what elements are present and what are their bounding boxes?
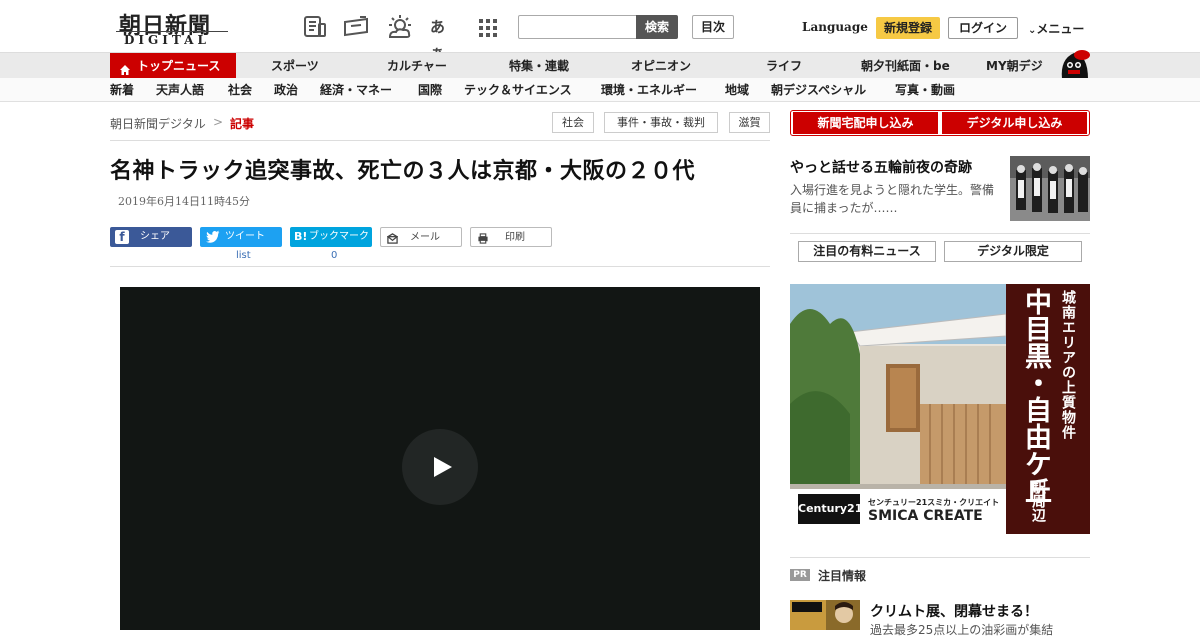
search-input[interactable] bbox=[518, 15, 637, 39]
nav-top-news[interactable]: トップニュース bbox=[110, 53, 236, 79]
menu-button[interactable]: ⌄メニュー bbox=[1028, 20, 1084, 37]
signup-button[interactable]: 新規登録 bbox=[876, 17, 940, 39]
nav-life[interactable]: ライフ bbox=[766, 53, 802, 79]
language-link[interactable]: Language bbox=[802, 20, 868, 34]
facebook-share-label: シェア bbox=[140, 231, 170, 242]
nav-international[interactable]: 国際 bbox=[418, 78, 442, 102]
tag-incident[interactable]: 事件・事故・裁判 bbox=[604, 112, 718, 133]
subscribe-paper-button[interactable]: 新聞宅配申し込み bbox=[793, 112, 938, 134]
mail-share-button[interactable]: メール bbox=[380, 227, 462, 247]
tab-digital-only[interactable]: デジタル限定 bbox=[944, 241, 1082, 262]
nav-latest[interactable]: 新着 bbox=[110, 78, 134, 102]
login-button[interactable]: ログイン bbox=[948, 17, 1018, 39]
nav-region[interactable]: 地域 bbox=[725, 78, 749, 102]
play-button[interactable] bbox=[402, 429, 478, 505]
search-button[interactable]: 検索 bbox=[636, 15, 678, 39]
toc-button[interactable]: 目次 bbox=[692, 15, 734, 39]
nav-environment[interactable]: 環境・エネルギー bbox=[601, 78, 697, 102]
mail-share-label: メール bbox=[410, 232, 440, 243]
ad-headline-tail: 駅周辺 bbox=[1030, 480, 1046, 522]
print-label: 印刷 bbox=[505, 232, 525, 243]
sidebar-divider bbox=[790, 233, 1090, 234]
breadcrumb-separator: > bbox=[213, 115, 224, 129]
nav-opinion[interactable]: オピニオン bbox=[631, 53, 691, 79]
breadcrumb-current: 記事 bbox=[230, 117, 255, 131]
primary-nav: トップニュース スポーツ カルチャー 特集・連載 オピニオン ライフ 朝夕刊紙面… bbox=[0, 50, 1200, 79]
century21-logo: Century21 bbox=[798, 494, 862, 524]
nav-paper[interactable]: 朝夕刊紙面・be bbox=[861, 53, 950, 79]
nav-economy[interactable]: 経済・マネー bbox=[320, 78, 392, 102]
site-header: 朝日新聞 DIGITAL あぁ 検索 目次 Language 新規登録 ログイン… bbox=[0, 0, 1200, 62]
font-size-icon[interactable]: あぁ bbox=[430, 14, 456, 62]
ad-brand-name-jp: センチュリー21スミカ・クリエイト bbox=[868, 498, 1000, 507]
breadcrumb-divider bbox=[110, 140, 770, 141]
feature-description[interactable]: 入場行進を見ようと隠れた学生。警備員に捕まったが…… bbox=[790, 181, 1005, 217]
nav-features[interactable]: 特集・連載 bbox=[509, 53, 569, 79]
print-button[interactable]: 印刷 bbox=[470, 227, 552, 247]
nav-society[interactable]: 社会 bbox=[228, 78, 252, 102]
apps-grid-icon[interactable] bbox=[478, 14, 504, 40]
nav-tenseijingo[interactable]: 天声人語 bbox=[156, 78, 204, 102]
advertisement-banner[interactable]: Century21 センチュリー21スミカ・クリエイト SMICA CREATE… bbox=[790, 284, 1090, 534]
feature-title[interactable]: やっと話せる五輪前夜の奇跡 bbox=[790, 157, 972, 177]
ad-brand-name-en: SMICA CREATE bbox=[868, 508, 983, 524]
share-divider bbox=[110, 266, 770, 267]
mascot-icon[interactable] bbox=[1056, 45, 1092, 79]
nav-culture[interactable]: カルチャー bbox=[387, 53, 447, 79]
pr-title[interactable]: クリムト展、閉幕せまる！ bbox=[870, 601, 1038, 621]
pr-divider bbox=[790, 557, 1090, 558]
twitter-count[interactable]: list bbox=[236, 250, 251, 261]
article-date: 2019年6月14日11時45分 bbox=[118, 195, 250, 208]
nav-politics[interactable]: 政治 bbox=[274, 78, 298, 102]
tab-paid-news[interactable]: 注目の有料ニュース bbox=[798, 241, 936, 262]
ad-headline-small: 城南エリアの上質物件 bbox=[1060, 290, 1076, 440]
nav-tech-science[interactable]: テック＆サイエンス bbox=[464, 78, 572, 102]
pr-thumbnail[interactable] bbox=[790, 600, 860, 630]
hatena-count: 0 bbox=[331, 250, 338, 261]
pr-section-label: 注目情報 bbox=[818, 569, 867, 583]
feature-thumbnail[interactable] bbox=[1010, 156, 1090, 221]
hatena-bookmark-label: ブックマーク bbox=[309, 231, 369, 242]
nav-my-asadigi[interactable]: MY朝デジ bbox=[986, 53, 1043, 79]
nav-special[interactable]: 朝デジスペシャル bbox=[771, 78, 866, 102]
hatena-bookmark-button[interactable]: B! ブックマーク bbox=[290, 227, 372, 247]
secondary-nav: 新着 天声人語 社会 政治 経済・マネー 国際 テック＆サイエンス 環境・エネル… bbox=[0, 78, 1200, 102]
tag-shiga[interactable]: 滋賀 bbox=[729, 112, 770, 133]
mail-icon bbox=[386, 232, 399, 252]
site-logo-sub[interactable]: DIGITAL bbox=[124, 33, 210, 47]
facebook-share-button[interactable]: f シェア bbox=[110, 227, 192, 247]
twitter-tweet-button[interactable]: ツイート bbox=[200, 227, 282, 247]
printer-icon bbox=[477, 232, 489, 252]
breadcrumb-home[interactable]: 朝日新聞デジタル bbox=[110, 115, 206, 132]
nav-sports[interactable]: スポーツ bbox=[271, 53, 319, 79]
twitter-bird-icon bbox=[206, 230, 220, 251]
subscribe-digital-button[interactable]: デジタル申し込み bbox=[942, 112, 1087, 134]
ad-headline-big: 中目黒・自由ケ丘 bbox=[1020, 288, 1051, 504]
nav-top-news-label: トップニュース bbox=[137, 59, 221, 73]
pr-badge: PR bbox=[790, 569, 810, 581]
twitter-tweet-label: ツイート bbox=[225, 231, 265, 242]
menu-label: メニュー bbox=[1036, 22, 1085, 36]
newspaper-icon[interactable] bbox=[302, 14, 328, 40]
article-headline: 名神トラック追突事故、死亡の３人は京都・大阪の２０代 bbox=[110, 159, 696, 184]
facebook-icon: f bbox=[115, 230, 129, 244]
play-icon bbox=[434, 457, 452, 477]
logo-divider bbox=[116, 31, 228, 32]
ticket-icon[interactable] bbox=[342, 14, 368, 40]
hatena-icon: B! bbox=[294, 230, 308, 243]
tag-society[interactable]: 社会 bbox=[552, 112, 594, 133]
nav-photo-video[interactable]: 写真・動画 bbox=[895, 78, 955, 102]
weather-icon[interactable] bbox=[386, 14, 412, 40]
